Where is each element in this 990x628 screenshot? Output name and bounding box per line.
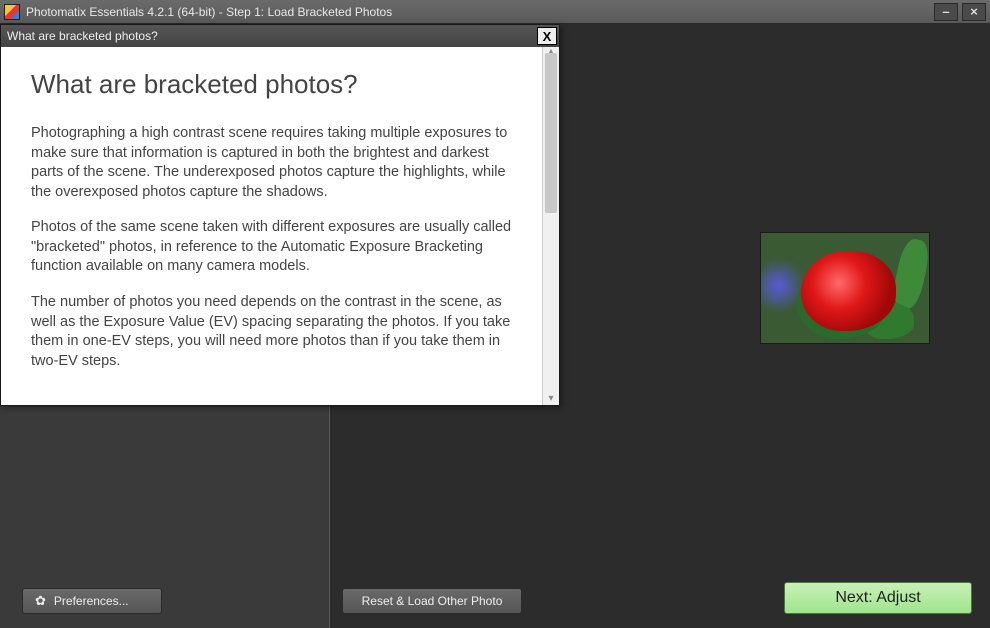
- help-close-button[interactable]: X: [537, 27, 557, 45]
- window-title: Photomatix Essentials 4.2.1 (64-bit) - S…: [26, 5, 934, 19]
- reset-load-button[interactable]: Reset & Load Other Photo: [342, 588, 522, 614]
- thumbnail-flower: [801, 251, 896, 331]
- preferences-label: Preferences...: [54, 594, 129, 608]
- preferences-button[interactable]: ✿ Preferences...: [22, 588, 162, 614]
- help-scrollbar[interactable]: ▴ ▾: [542, 47, 559, 405]
- help-dialog-title: What are bracketed photos?: [7, 29, 158, 43]
- window-close-button[interactable]: ×: [962, 3, 986, 21]
- scroll-down-icon[interactable]: ▾: [546, 393, 556, 403]
- reset-load-label: Reset & Load Other Photo: [362, 594, 503, 608]
- thumbnail-bokeh: [760, 258, 806, 313]
- help-heading: What are bracketed photos?: [31, 69, 522, 100]
- help-content: What are bracketed photos? Photographing…: [1, 47, 542, 405]
- next-adjust-button[interactable]: Next: Adjust: [784, 582, 972, 614]
- scroll-thumb[interactable]: [545, 53, 557, 213]
- thumbnail-leaf: [890, 237, 930, 311]
- help-dialog: What are bracketed photos? X What are br…: [0, 24, 560, 406]
- preview-thumbnail[interactable]: [760, 232, 930, 344]
- next-adjust-label: Next: Adjust: [835, 589, 920, 607]
- help-dialog-titlebar[interactable]: What are bracketed photos? X: [1, 25, 559, 47]
- window-titlebar: Photomatix Essentials 4.2.1 (64-bit) - S…: [0, 0, 990, 24]
- help-paragraph-2: Photos of the same scene taken with diff…: [31, 218, 522, 277]
- app-icon: [4, 4, 20, 20]
- help-paragraph-3: The number of photos you need depends on…: [31, 293, 522, 371]
- minimize-button[interactable]: –: [934, 3, 958, 21]
- help-paragraph-1: Photographing a high contrast scene requ…: [31, 124, 522, 202]
- gear-icon: ✿: [35, 593, 46, 609]
